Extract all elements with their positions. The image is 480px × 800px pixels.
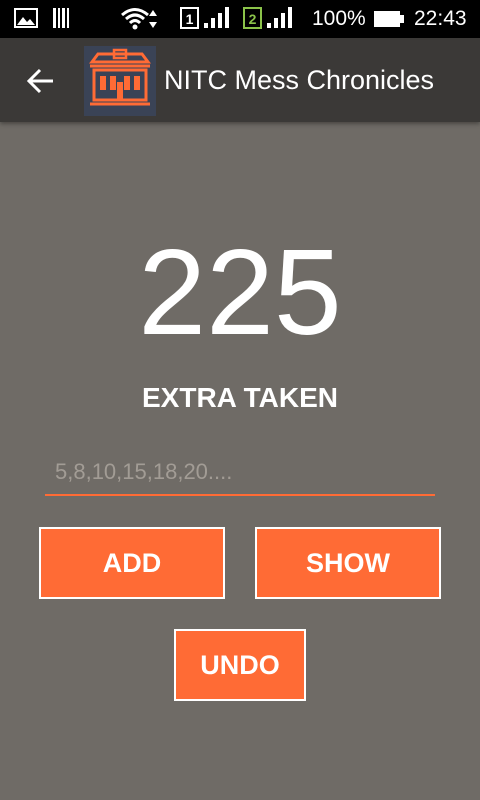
- battery-icon: [374, 11, 404, 27]
- arrow-left-icon: [26, 68, 53, 94]
- app-logo: [84, 46, 156, 116]
- show-button[interactable]: SHOW: [255, 527, 441, 599]
- sim2-signal-icon: 2: [243, 7, 292, 29]
- sim1-signal-icon: 1: [180, 7, 229, 29]
- wifi-icon: [121, 8, 157, 30]
- days-input-container: [45, 452, 435, 496]
- status-bar: 1 2 100% 22:43: [0, 0, 480, 38]
- battery-percent: 100%: [312, 7, 366, 30]
- extra-count-label: EXTRA TAKEN: [142, 382, 338, 413]
- add-button[interactable]: ADD: [39, 527, 225, 599]
- svg-text:1: 1: [186, 11, 194, 27]
- building-icon: [84, 46, 156, 116]
- days-input[interactable]: [45, 452, 435, 492]
- page-title: NITC Mess Chronicles: [164, 65, 435, 95]
- clock: 22:43: [414, 7, 467, 30]
- extra-count-value: 225: [138, 224, 342, 360]
- svg-text:2: 2: [249, 11, 257, 27]
- barcode-icon: [53, 8, 69, 28]
- app-toolbar: NITC Mess Chronicles: [0, 38, 480, 122]
- undo-button[interactable]: UNDO: [174, 629, 306, 701]
- gallery-icon: [14, 8, 38, 28]
- back-button[interactable]: [20, 60, 62, 102]
